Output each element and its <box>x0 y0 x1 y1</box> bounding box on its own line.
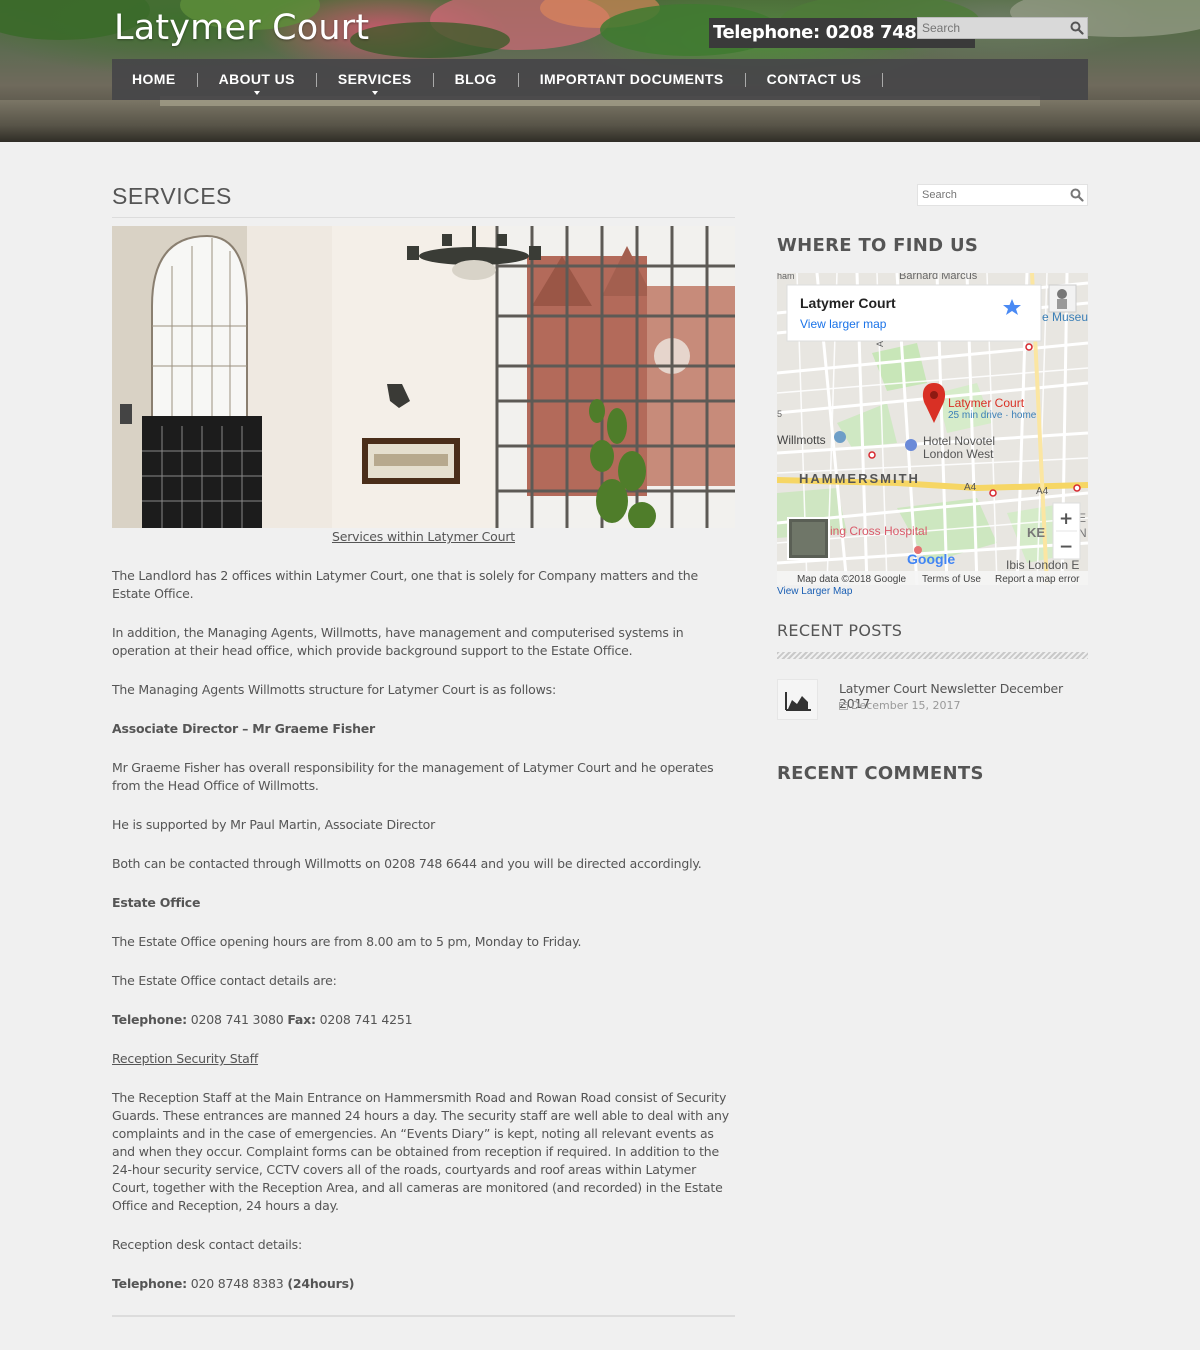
nav-contact-us[interactable]: CONTACT US <box>746 59 883 100</box>
nav-about-us[interactable]: ABOUT US <box>198 59 316 100</box>
nav-services[interactable]: SERVICES <box>317 59 433 100</box>
reception-telephone-label: Telephone: <box>112 1276 187 1291</box>
search-icon[interactable] <box>1070 188 1084 202</box>
paragraph: The Managing Agents Willmotts structure … <box>112 682 556 697</box>
map-label: e Museu <box>1042 310 1088 324</box>
site-title[interactable]: Latymer Court <box>114 8 369 48</box>
nav-important-documents[interactable]: IMPORTANT DOCUMENTS <box>519 59 745 100</box>
map-label: London West <box>923 447 994 461</box>
subheading-associate-director: Associate Director – Mr Graeme Fisher <box>112 721 376 736</box>
nav-home-label: HOME <box>132 71 176 87</box>
widget-divider <box>777 652 1088 659</box>
chart-area-icon <box>785 692 811 711</box>
reception-contact: Telephone: 020 8748 8383 (24hours) <box>112 1275 735 1293</box>
map-card-title: Latymer Court <box>800 295 896 311</box>
main-content: SERVICES Services within Latymer Court T… <box>112 180 735 1317</box>
map-label: Barnard Marcus <box>899 273 978 282</box>
map-report-error-link[interactable]: Report a map error <box>995 574 1080 585</box>
map-label: Hotel Novotel <box>923 434 995 448</box>
paragraph: The Reception Staff at the Main Entrance… <box>112 1090 729 1213</box>
map-label: HAMMERSMITH <box>799 471 920 486</box>
paragraph: The Estate Office contact details are: <box>112 973 337 988</box>
hotel-pin-icon[interactable] <box>905 439 917 451</box>
paragraph: Mr Graeme Fisher has overall responsibil… <box>112 760 714 793</box>
nav-blog[interactable]: BLOG <box>434 59 518 100</box>
caret-down-icon <box>371 91 378 95</box>
reception-hours: (24hours) <box>287 1276 355 1291</box>
search-icon[interactable] <box>1070 21 1084 35</box>
subheading-estate-office: Estate Office <box>112 895 201 910</box>
caret-down-icon <box>253 91 260 95</box>
recent-post-date: December 15, 2017 <box>839 699 961 712</box>
paragraph: Reception desk contact details: <box>112 1237 302 1252</box>
map-card-link[interactable]: View larger map <box>800 317 887 331</box>
interior-photo <box>112 226 735 528</box>
map-data-attribution: Map data ©2018 Google <box>797 574 907 585</box>
sidebar-search-box <box>917 184 1088 206</box>
sidebar-search-input[interactable] <box>918 185 1066 205</box>
estate-office-contact: Telephone: 0208 741 3080 Fax: 0208 741 4… <box>112 1011 735 1029</box>
google-map[interactable]: Latymer Court View larger map Barnard Ma… <box>777 273 1088 585</box>
zoom-in-button[interactable]: + <box>1059 509 1073 529</box>
recent-posts-title: RECENT POSTS <box>777 621 903 640</box>
main-nav: HOME ABOUT US SERVICES BLOG IMPORTANT DO… <box>112 59 1088 100</box>
site-header: Latymer Court Telephone: 0208 748 1665 H… <box>0 0 1200 142</box>
map-label: KE <box>1027 525 1045 540</box>
nav-separator <box>882 72 884 87</box>
post-thumbnail[interactable] <box>777 679 818 720</box>
map-label: ham <box>777 273 795 281</box>
image-caption-link[interactable]: Services within Latymer Court <box>112 528 735 546</box>
paragraph: In addition, the Managing Agents, Willmo… <box>112 625 684 658</box>
map-terms-link[interactable]: Terms of Use <box>922 574 981 585</box>
where-to-find-us-title: WHERE TO FIND US <box>777 235 979 256</box>
header-stone-ledge <box>0 100 1200 142</box>
map-label: A4 <box>1036 486 1049 497</box>
calendar-icon <box>839 702 848 710</box>
paragraph: The Landlord has 2 offices within Latyme… <box>112 568 698 601</box>
map-label: A4 <box>964 482 977 493</box>
content-divider <box>112 1315 735 1317</box>
nav-home[interactable]: HOME <box>112 59 197 100</box>
recent-comments-title: RECENT COMMENTS <box>777 763 984 784</box>
fax-value: 0208 741 4251 <box>315 1012 413 1027</box>
map-label: Ibis London E <box>1006 558 1079 572</box>
map-pin-sub: 25 min drive · home <box>948 410 1037 421</box>
nav-contact-us-label: CONTACT US <box>766 71 862 87</box>
map-pin-label: Latymer Court <box>948 396 1025 410</box>
paragraph: The Estate Office opening hours are from… <box>112 934 582 949</box>
nav-blog-label: BLOG <box>454 71 497 87</box>
recent-post-date-text: December 15, 2017 <box>851 699 961 712</box>
subheading-reception-security: Reception Security Staff <box>112 1051 259 1066</box>
map-label: ing Cross Hospital <box>830 524 927 538</box>
map-label: 5 <box>777 409 782 419</box>
telephone-label: Telephone: <box>112 1012 187 1027</box>
header-search-input[interactable] <box>918 18 1066 38</box>
map-label: Willmotts <box>777 433 826 447</box>
view-larger-map-link[interactable]: View Larger Map <box>777 586 852 597</box>
map-canvas: Latymer Court View larger map Barnard Ma… <box>777 273 1088 585</box>
map-label: A <box>875 341 885 347</box>
header-search-box <box>917 17 1088 39</box>
paragraph: Both can be contacted through Willmotts … <box>112 856 702 871</box>
google-logo: Google <box>907 551 955 567</box>
zoom-out-button[interactable]: − <box>1059 537 1073 557</box>
nav-important-documents-label: IMPORTANT DOCUMENTS <box>539 71 724 87</box>
services-hero-image <box>112 226 735 528</box>
paragraph: He is supported by Mr Paul Martin, Assoc… <box>112 817 436 832</box>
page-title: SERVICES <box>112 180 735 218</box>
fax-label: Fax: <box>287 1012 316 1027</box>
nav-services-label: SERVICES <box>337 71 412 87</box>
reception-telephone-value: 020 8748 8383 <box>186 1276 288 1291</box>
hospital-icon <box>914 546 922 554</box>
telephone-value: 0208 741 3080 <box>186 1012 288 1027</box>
services-article: Services within Latymer Court The Landlo… <box>112 528 735 1293</box>
nav-about-us-label: ABOUT US <box>218 71 295 87</box>
willmotts-pin-icon[interactable] <box>834 431 846 443</box>
